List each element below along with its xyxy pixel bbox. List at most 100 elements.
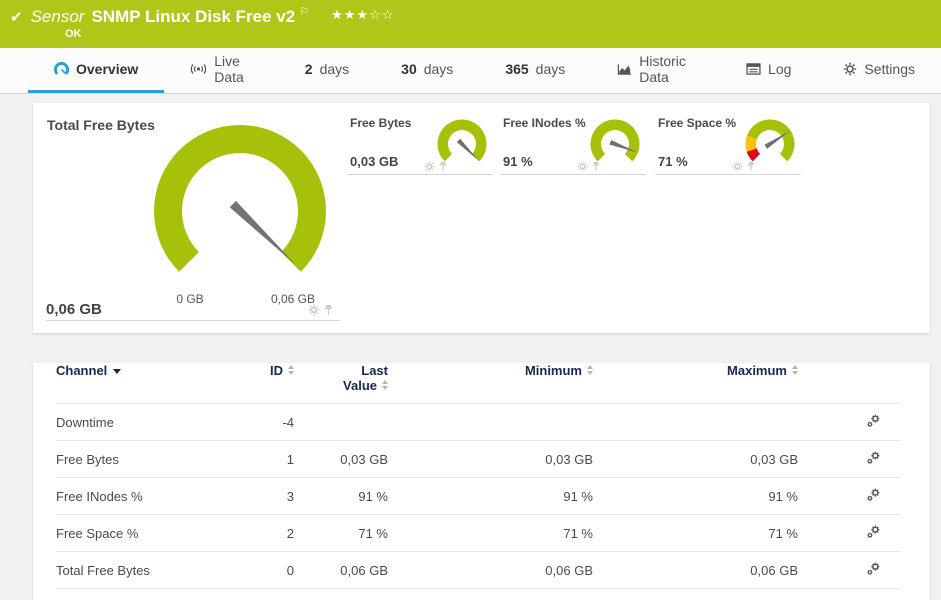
live-data-icon <box>191 64 207 74</box>
channel-id-cell: 0 <box>216 551 294 589</box>
channels-panel: Channel ID Last Value Minimum Maximum Do… <box>33 363 930 600</box>
column-header-actions <box>798 363 901 404</box>
channel-maximum-cell: 0,06 GB <box>593 551 798 589</box>
pin-icon[interactable] <box>324 304 333 316</box>
channel-settings-cell[interactable] <box>798 403 901 441</box>
pin-icon[interactable] <box>747 161 755 172</box>
channel-settings-cell[interactable] <box>798 440 901 478</box>
edit-channel-gears-icon[interactable] <box>866 450 881 465</box>
channel-last-value-cell: 0,06 GB <box>294 551 388 589</box>
channel-gear-icon[interactable] <box>308 304 320 316</box>
sensor-header: ✔ Sensor SNMP Linux Disk Free v2 ⚐ ★★★☆☆… <box>0 0 941 48</box>
channel-id-cell: 3 <box>216 477 294 515</box>
channel-gear-icon[interactable] <box>732 161 743 172</box>
channel-row: Free Space % 2 71 % 71 % 71 % <box>56 514 901 552</box>
main-gauge-value: 0,06 GB <box>46 301 102 318</box>
channel-maximum-cell: 0,03 GB <box>593 440 798 478</box>
main-gauge-dial <box>154 124 326 272</box>
main-gauge-arc <box>154 124 326 272</box>
page-content: Total Free Bytes 0 GB 0,06 GB 0,06 GB Fr… <box>0 94 941 600</box>
column-header-id[interactable]: ID <box>216 363 294 404</box>
pin-icon[interactable] <box>439 161 447 172</box>
mini-gauge-value: 91 % <box>503 154 533 169</box>
mini-gauge-actions[interactable] <box>424 161 447 172</box>
tab-settings[interactable]: Settings <box>817 48 941 93</box>
channel-id-cell: -4 <box>216 403 294 441</box>
edit-channel-gears-icon[interactable] <box>866 561 881 576</box>
channel-gear-icon[interactable] <box>577 161 588 172</box>
edit-channel-gears-icon[interactable] <box>866 413 881 428</box>
channel-row: Free Bytes 1 0,03 GB 0,03 GB 0,03 GB <box>56 440 901 478</box>
main-gauge-title: Total Free Bytes <box>47 117 155 133</box>
channel-name-cell: Free Space % <box>56 514 216 552</box>
log-icon <box>746 63 761 75</box>
edit-channel-gears-icon[interactable] <box>866 524 881 539</box>
channel-settings-cell[interactable] <box>798 477 901 515</box>
column-header-last-value[interactable]: Last Value <box>294 363 388 404</box>
favorite-star-rating[interactable]: ★★★☆☆ <box>331 8 394 23</box>
channel-id-cell: 1 <box>216 440 294 478</box>
mini-gauge-title: Free Space % <box>658 116 737 130</box>
settings-gear-icon <box>844 62 857 76</box>
channel-settings-cell[interactable] <box>798 551 901 589</box>
tab-2-days[interactable]: 2 days <box>279 48 375 93</box>
priority-flag-icon: ⚐ <box>299 5 310 18</box>
sensor-type-label: Sensor <box>30 7 85 26</box>
mini-gauge-value: 0,03 GB <box>350 154 399 169</box>
channel-minimum-cell: 71 % <box>388 514 593 552</box>
sort-updown-icon <box>792 364 798 375</box>
channels-table-body: Downtime -4 Free Bytes 1 0,03 GB 0,03 GB 0,03 … <box>56 403 901 589</box>
channel-minimum-cell: 91 % <box>388 477 593 515</box>
status-ok-check-icon: ✔ <box>10 9 23 26</box>
channel-gear-icon[interactable] <box>424 161 435 172</box>
sort-updown-icon <box>587 364 593 375</box>
gauge-icon <box>54 61 69 75</box>
sort-updown-icon <box>288 364 294 375</box>
channel-last-value-cell: 71 % <box>294 514 388 552</box>
mini-gauge-actions[interactable] <box>732 161 755 172</box>
tab-bar: Overview Live Data 2 days 30 days 365 days … <box>0 48 941 94</box>
mini-gauge-free-space: Free Space % 71 % <box>655 108 801 175</box>
channel-last-value-cell <box>294 403 388 441</box>
tab-30-days[interactable]: 30 days <box>375 48 479 93</box>
column-header-channel[interactable]: Channel <box>56 363 216 404</box>
main-gauge-scale-min: 0 GB <box>176 292 204 306</box>
mini-gauge-free-inodes: Free INodes % 91 % <box>500 108 646 175</box>
pin-icon[interactable] <box>592 161 600 172</box>
mini-gauge-actions[interactable] <box>577 161 600 172</box>
tab-overview[interactable]: Overview <box>28 48 165 93</box>
tab-historic-data[interactable]: Historic Data <box>591 48 720 93</box>
tab-live-data[interactable]: Live Data <box>164 48 279 93</box>
sensor-name: SNMP Linux Disk Free v2 <box>91 7 296 26</box>
column-header-maximum[interactable]: Maximum <box>593 363 798 404</box>
channel-name-cell: Total Free Bytes <box>56 551 216 589</box>
channel-name-cell: Free Bytes <box>56 440 216 478</box>
channel-last-value-cell: 0,03 GB <box>294 440 388 478</box>
channel-settings-cell[interactable] <box>798 514 901 552</box>
main-gauge-actions[interactable] <box>308 304 333 316</box>
channel-minimum-cell: 0,06 GB <box>388 551 593 589</box>
channel-maximum-cell: 71 % <box>593 514 798 552</box>
tab-365-days[interactable]: 365 days <box>479 48 591 93</box>
divider <box>46 320 340 321</box>
channel-maximum-cell: 91 % <box>593 477 798 515</box>
channel-id-cell: 2 <box>216 514 294 552</box>
mini-gauge-title: Free Bytes <box>350 116 412 130</box>
channel-last-value-cell: 91 % <box>294 477 388 515</box>
tab-log[interactable]: Log <box>720 48 817 93</box>
sort-updown-icon <box>382 379 388 390</box>
sort-desc-icon <box>113 369 122 374</box>
mini-gauge-value: 71 % <box>658 154 688 169</box>
edit-channel-gears-icon[interactable] <box>866 487 881 502</box>
channel-row: Downtime -4 <box>56 403 901 441</box>
sensor-status-badge: OK <box>65 28 82 40</box>
channel-minimum-cell: 0,03 GB <box>388 440 593 478</box>
channel-name-cell: Free INodes % <box>56 477 216 515</box>
channel-minimum-cell <box>388 403 593 441</box>
gauges-panel: Total Free Bytes 0 GB 0,06 GB 0,06 GB Fr… <box>33 103 930 333</box>
historic-chart-icon <box>618 64 632 75</box>
column-header-minimum[interactable]: Minimum <box>388 363 593 404</box>
main-gauge-needle <box>229 200 297 266</box>
channel-maximum-cell <box>593 403 798 441</box>
channels-table: Channel ID Last Value Minimum Maximum Do… <box>56 363 901 589</box>
